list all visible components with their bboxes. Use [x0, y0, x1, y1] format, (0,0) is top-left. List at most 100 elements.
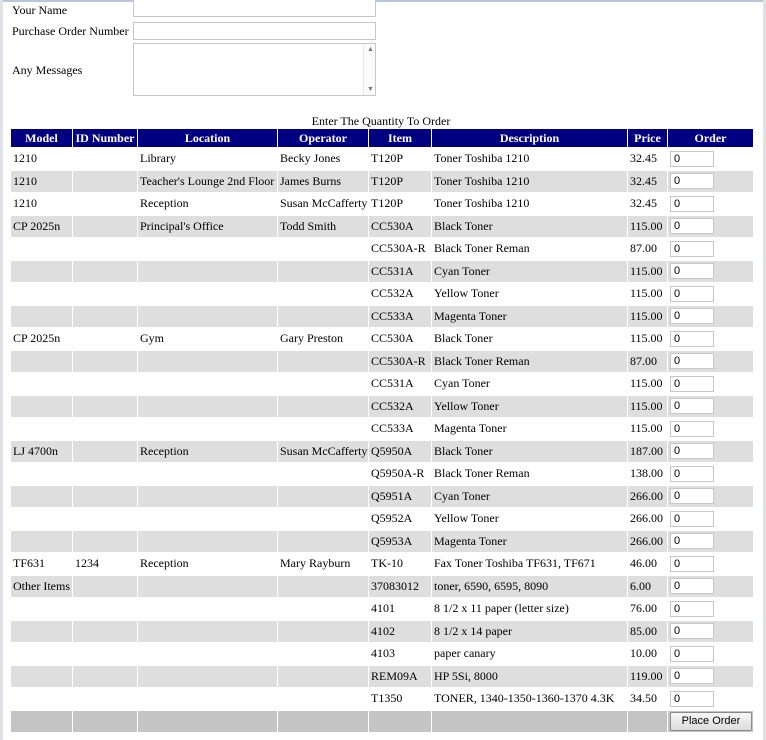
table-row: CP 2025n Gym Gary Preston CC530A Black Toner…: [10, 327, 754, 351]
quantity-input[interactable]: 0: [670, 398, 714, 415]
cell-operator: [277, 372, 369, 396]
quantity-input[interactable]: 0: [670, 690, 714, 707]
cell-order: 0: [667, 259, 754, 283]
table-row: Q5952A Yellow Toner 266.00 0: [10, 507, 754, 531]
quantity-input[interactable]: 0: [670, 285, 714, 302]
cell-operator: [277, 394, 369, 418]
cell-model: [10, 619, 73, 643]
quantity-input[interactable]: 0: [670, 240, 714, 257]
window-left-edge: [0, 0, 3, 740]
cell-price: 266.00: [627, 484, 668, 508]
cell-operator: [277, 597, 369, 621]
table-row: CC530A-R Black Toner Reman 87.00 0: [10, 237, 754, 261]
quantity-input[interactable]: 0: [670, 150, 714, 167]
order-table: Model ID Number Location Operator Item D…: [10, 128, 754, 733]
cell-item: CC532A: [368, 282, 432, 306]
cell-price: 32.45: [627, 147, 668, 171]
po-number-input[interactable]: [133, 22, 376, 40]
cell-id-number: [72, 597, 138, 621]
cell-description: Black Toner: [431, 327, 628, 351]
quantity-input[interactable]: 0: [670, 510, 714, 527]
empty-cell: [368, 709, 432, 733]
scroll-up-arrow-icon[interactable]: ▲: [367, 46, 374, 53]
cell-item: CC531A: [368, 372, 432, 396]
empty-cell: [431, 709, 628, 733]
place-order-button[interactable]: Place Order: [670, 711, 752, 731]
cell-item: TK-10: [368, 552, 432, 576]
cell-description: Toner Toshiba 1210: [431, 192, 628, 216]
cell-order: 0: [667, 192, 754, 216]
quantity-input[interactable]: 0: [670, 555, 714, 572]
table-row: CC532A Yellow Toner 115.00 0: [10, 282, 754, 306]
table-row: 4102 8 1/2 x 14 paper 85.00 0: [10, 619, 754, 643]
quantity-input[interactable]: 0: [670, 263, 714, 280]
quantity-input[interactable]: 0: [670, 443, 714, 460]
cell-order: 0: [667, 417, 754, 441]
quantity-input[interactable]: 0: [670, 375, 714, 392]
cell-id-number: [72, 642, 138, 666]
cell-operator: [277, 282, 369, 306]
cell-price: 85.00: [627, 619, 668, 643]
cell-id-number: [72, 304, 138, 328]
table-row: CC533A Magenta Toner 115.00 0: [10, 304, 754, 328]
cell-order: 0: [667, 642, 754, 666]
cell-price: 138.00: [627, 462, 668, 486]
empty-cell: [10, 709, 73, 733]
table-row: 4103 paper canary 10.00 0: [10, 642, 754, 666]
cell-order: 0: [667, 282, 754, 306]
submit-row: Place Order: [10, 709, 754, 733]
messages-scrollbar[interactable]: ▲ ▼: [363, 44, 375, 95]
cell-operator: Todd Smith: [277, 214, 369, 238]
messages-textarea[interactable]: ▲ ▼: [133, 43, 376, 96]
cell-price: 115.00: [627, 394, 668, 418]
cell-price: 115.00: [627, 417, 668, 441]
quantity-input[interactable]: 0: [670, 420, 714, 437]
cell-id-number: [72, 349, 138, 373]
quantity-input[interactable]: 0: [670, 578, 714, 595]
cell-price: 115.00: [627, 372, 668, 396]
quantity-input[interactable]: 0: [670, 173, 714, 190]
cell-submit: Place Order: [667, 709, 754, 733]
cell-order: 0: [667, 597, 754, 621]
cell-location: [137, 372, 278, 396]
cell-model: [10, 259, 73, 283]
cell-order: 0: [667, 237, 754, 261]
cell-order: 0: [667, 147, 754, 171]
name-input[interactable]: [133, 0, 376, 17]
cell-operator: Susan McCafferty: [277, 192, 369, 216]
window-top-edge: [0, 0, 766, 2]
cell-item: 4101: [368, 597, 432, 621]
quantity-input[interactable]: 0: [670, 623, 714, 640]
messages-label: Any Messages: [12, 63, 83, 77]
cell-item: Q5952A: [368, 507, 432, 531]
quantity-input[interactable]: 0: [670, 465, 714, 482]
quantity-input[interactable]: 0: [670, 645, 714, 662]
quantity-input[interactable]: 0: [670, 330, 714, 347]
cell-item: T1350: [368, 687, 432, 711]
cell-model: [10, 304, 73, 328]
cell-price: 76.00: [627, 597, 668, 621]
quantity-input[interactable]: 0: [670, 353, 714, 370]
quantity-input[interactable]: 0: [670, 600, 714, 617]
quantity-input[interactable]: 0: [670, 533, 714, 550]
cell-item: CC530A: [368, 214, 432, 238]
cell-order: 0: [667, 552, 754, 576]
cell-item: CC532A: [368, 394, 432, 418]
quantity-input[interactable]: 0: [670, 668, 714, 685]
quantity-input[interactable]: 0: [670, 308, 714, 325]
cell-location: Principal's Office: [137, 214, 278, 238]
cell-item: CC530A-R: [368, 349, 432, 373]
cell-id-number: [72, 394, 138, 418]
quantity-input[interactable]: 0: [670, 218, 714, 235]
cell-location: [137, 507, 278, 531]
scroll-down-arrow-icon[interactable]: ▼: [367, 86, 374, 93]
quantity-input[interactable]: 0: [670, 195, 714, 212]
table-row: REM09A HP 5Si, 8000 119.00 0: [10, 664, 754, 688]
cell-item: 4102: [368, 619, 432, 643]
quantity-input[interactable]: 0: [670, 488, 714, 505]
cell-order: 0: [667, 394, 754, 418]
table-caption: Enter The Quantity To Order: [311, 114, 451, 128]
cell-location: [137, 349, 278, 373]
cell-id-number: [72, 192, 138, 216]
cell-item: Q5950A: [368, 439, 432, 463]
